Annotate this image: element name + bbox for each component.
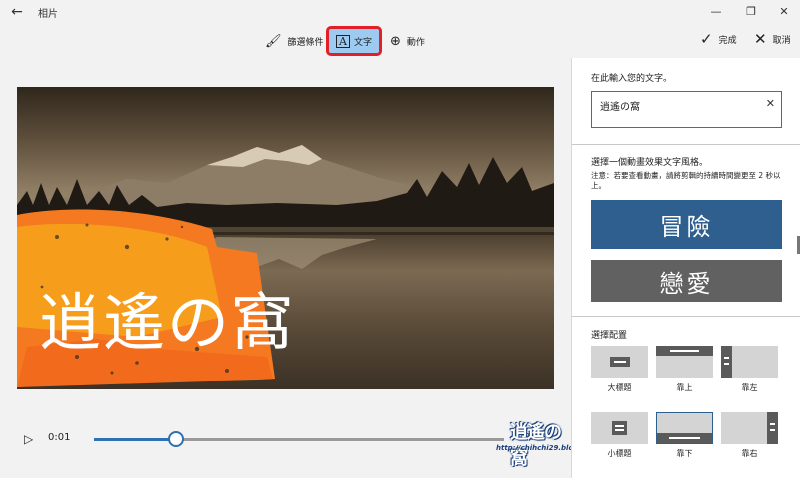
restore-icon[interactable]: ❐ — [741, 2, 761, 22]
layout-label: 靠上 — [676, 383, 693, 392]
style-option-adventure[interactable]: 冒險 — [591, 200, 782, 249]
text-icon: A — [336, 34, 350, 48]
watermark: 逍遙の窩 http://chihchi29.blogspot.com/ — [496, 418, 617, 469]
text-label: 文字 — [353, 37, 372, 48]
minimize-icon[interactable]: — — [706, 2, 726, 22]
layout-left-preview — [721, 346, 778, 378]
layout-bottom-preview — [656, 412, 713, 444]
layout-bottom[interactable]: 靠下 — [656, 412, 713, 459]
motion-target-icon: ⊕ — [390, 33, 401, 49]
seek-progress — [94, 438, 176, 441]
brush-filter-icon: 🖌 — [265, 33, 282, 49]
layout-label: 靠下 — [676, 449, 693, 458]
back-arrow-icon[interactable]: ← — [8, 3, 26, 21]
layout-top-preview — [656, 346, 713, 378]
style-heading: 選擇一個動畫效果文字風格。 — [591, 158, 709, 168]
cancel-label: 取消 — [772, 35, 791, 46]
seek-track[interactable] — [94, 438, 504, 441]
cancel-x-icon: ✕ — [754, 30, 767, 48]
motion-label: 動作 — [406, 37, 425, 48]
layout-large-title-preview — [591, 346, 648, 378]
seek-thumb[interactable] — [168, 431, 184, 447]
done-button[interactable]: ✓ 完成 — [700, 30, 737, 48]
current-time: 0:01 — [48, 432, 71, 443]
text-input[interactable]: 逍遙の窩 ✕ — [591, 91, 782, 128]
layout-label: 大標題 — [607, 383, 632, 392]
layout-small-title-preview — [591, 412, 648, 444]
layout-label: 靠左 — [741, 383, 758, 392]
text-button[interactable]: A 文字 — [326, 26, 382, 56]
input-label: 在此輸入您的文字。 — [591, 74, 673, 84]
layout-right[interactable]: 靠右 — [721, 412, 778, 459]
close-icon[interactable]: ✕ — [774, 2, 794, 22]
layout-left[interactable]: 靠左 — [721, 346, 778, 393]
style-note: 注意：若要查看動畫，請將剪輯的持續時間變更至 2 秒以上。 — [591, 171, 781, 190]
layout-label: 靠右 — [741, 449, 758, 458]
layout-small-title[interactable]: 小標題 — [591, 412, 648, 459]
filter-label: 篩選條件 — [287, 37, 324, 48]
divider — [572, 316, 800, 317]
overlay-title-text: 逍遙の窩 — [39, 286, 296, 359]
cancel-button[interactable]: ✕ 取消 — [754, 30, 791, 48]
layout-large-title[interactable]: 大標題 — [591, 346, 648, 393]
title-bar: ← 相片 — ❐ ✕ — [0, 0, 800, 24]
style-option-romance[interactable]: 戀愛 — [591, 260, 782, 302]
layout-heading: 選擇配置 — [591, 331, 628, 341]
app-title: 相片 — [38, 9, 58, 20]
motion-button[interactable]: ⊕ 動作 — [390, 28, 425, 54]
layout-right-preview — [721, 412, 778, 444]
layout-label: 小標題 — [607, 449, 632, 458]
layout-top[interactable]: 靠上 — [656, 346, 713, 393]
play-icon[interactable]: ▷ — [24, 432, 33, 446]
filter-button[interactable]: 🖌 篩選條件 — [265, 28, 324, 54]
done-label: 完成 — [718, 35, 737, 46]
divider — [572, 144, 800, 145]
checkmark-icon: ✓ — [700, 30, 713, 48]
text-options-panel: 在此輸入您的文字。 逍遙の窩 ✕ 選擇一個動畫效果文字風格。 注意：若要查看動畫… — [571, 58, 800, 478]
video-preview[interactable]: 逍遙の窩 — [17, 87, 554, 389]
clear-x-icon[interactable]: ✕ — [766, 97, 775, 110]
text-input-value: 逍遙の窩 — [600, 102, 640, 113]
